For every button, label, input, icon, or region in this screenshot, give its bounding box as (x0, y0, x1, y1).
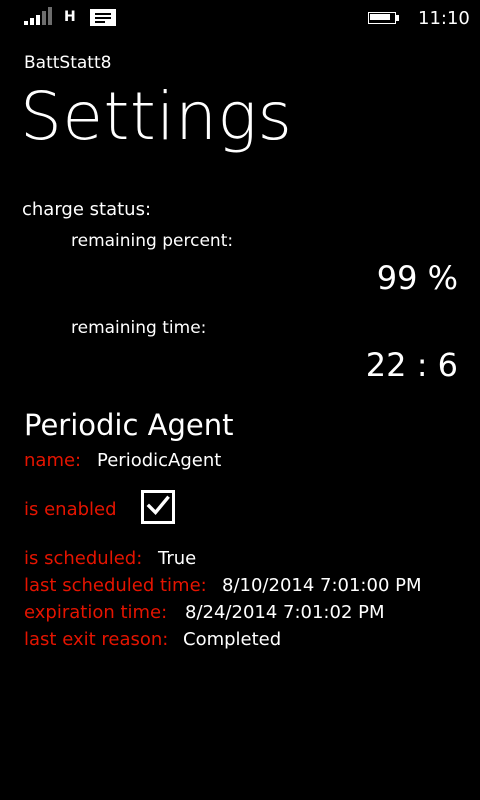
last-exit-reason-value: Completed (183, 629, 282, 650)
is-scheduled-label: is scheduled: (24, 548, 143, 569)
battery-icon (368, 12, 399, 24)
status-clock: 11:10 (418, 8, 470, 29)
app-title: BattStatt8 (24, 53, 112, 73)
agent-name-label: name: (24, 450, 82, 471)
message-icon (90, 9, 116, 26)
remaining-percent-label: remaining percent: (71, 231, 234, 251)
is-enabled-label: is enabled (24, 499, 117, 520)
page-title: Settings (20, 78, 293, 155)
periodic-agent-heading: Periodic Agent (24, 408, 234, 442)
last-scheduled-time-label: last scheduled time: (24, 575, 207, 596)
last-scheduled-time-value: 8/10/2014 7:01:00 PM (222, 575, 422, 596)
is-enabled-checkbox[interactable] (141, 490, 175, 524)
expiration-time-value: 8/24/2014 7:01:02 PM (185, 602, 385, 623)
agent-name-value: PeriodicAgent (97, 450, 222, 471)
checkmark-icon (146, 495, 170, 516)
remaining-percent-value: 99 % (376, 259, 458, 297)
is-scheduled-value: True (158, 548, 197, 569)
signal-strength-icon (24, 7, 52, 25)
expiration-time-label: expiration time: (24, 602, 168, 623)
remaining-time-label: remaining time: (71, 318, 207, 338)
last-exit-reason-label: last exit reason: (24, 629, 169, 650)
status-bar: H 11:10 (0, 0, 480, 34)
remaining-time-value: 22 : 6 (365, 346, 458, 384)
network-type-indicator: H (64, 9, 76, 25)
charge-status-label: charge status: (22, 199, 152, 220)
